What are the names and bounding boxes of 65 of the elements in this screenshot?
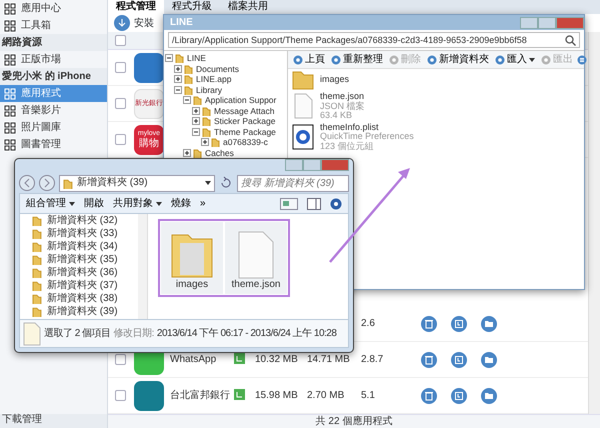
file-name[interactable]: images: [320, 75, 350, 85]
search-field[interactable]: 搜尋 新增資料夾 (39): [237, 174, 349, 192]
toolbar-button[interactable]: 共用對象: [113, 198, 162, 210]
toolbar-button[interactable]: 開啟: [84, 198, 104, 210]
toolbar-button[interactable]: 重新整理: [329, 54, 385, 66]
app-version: 2.8.7: [361, 354, 384, 366]
tree-item[interactable]: Library: [196, 84, 222, 95]
tree-item[interactable]: Theme Package: [214, 126, 276, 137]
sidebar-section-header: 愛兜小米 的 iPhone: [0, 68, 107, 85]
toolbar-button[interactable]: 匯入: [493, 54, 537, 66]
nav-folder-item[interactable]: 新增資料夾 (34): [47, 240, 118, 252]
toolbar-button[interactable]: »: [200, 198, 206, 210]
tree-item[interactable]: LINE: [187, 53, 206, 64]
file-name[interactable]: themeInfo.plist: [320, 122, 414, 132]
sidebar-section-header: 網路資源: [0, 34, 107, 51]
date-label: 修改日期:: [114, 328, 154, 340]
nav-folder-item[interactable]: 新增資料夾 (38): [47, 292, 118, 304]
file-size: 63.4 KB: [320, 111, 352, 120]
tree-item[interactable]: Message Attach: [214, 106, 274, 116]
date-range: 2013/6/14 下午 06:17 - 2013/6/24 上午 10:28: [156, 328, 336, 340]
sidebar-item[interactable]: 圖書管理: [0, 136, 107, 153]
tree-item[interactable]: LINE.app: [196, 74, 232, 84]
sidebar-item[interactable]: 照片圖庫: [0, 119, 107, 136]
app-version: 2.6: [361, 318, 376, 330]
sidebar-footer-label[interactable]: 下載管理: [0, 414, 107, 428]
toolbar-button[interactable]: 上頁: [291, 54, 327, 66]
data-size: 2.70 MB: [307, 390, 346, 402]
nav-folder-item[interactable]: 新增資料夾 (39): [47, 306, 118, 318]
path-field[interactable]: /Library/Application Support/Theme Packages/a0768339-c2d3-4189-9653-2909e9bb6f58: [168, 32, 580, 48]
app-size: 10.32 MB: [255, 354, 299, 366]
tree-item[interactable]: a0768339-c: [223, 137, 268, 148]
toolbar-button[interactable]: 組合管理: [26, 198, 75, 210]
app-version: 5.1: [361, 390, 376, 402]
nav-folder-item[interactable]: 新增資料夾 (35): [47, 254, 118, 266]
toolbar-button[interactable]: 新增資料夾: [425, 54, 491, 66]
sidebar-item[interactable]: 正版市場: [0, 51, 107, 68]
file-type: JSON 檔案: [320, 102, 365, 111]
window-title: LINE: [170, 16, 193, 28]
tree-item[interactable]: Application Suppor: [205, 95, 276, 106]
nav-folder-item[interactable]: 新增資料夾 (37): [47, 280, 118, 292]
data-size: 14.71 MB: [307, 354, 351, 366]
app-size: 15.98 MB: [255, 390, 299, 402]
tree-item[interactable]: Caches: [205, 148, 234, 158]
install-button[interactable]: 安裝: [114, 15, 154, 31]
sidebar-item[interactable]: 工具箱: [0, 17, 107, 34]
nav-folder-item[interactable]: 新增資料夾 (32): [47, 214, 118, 226]
selection-count: 選取了 2 個項目: [44, 328, 111, 340]
app-name: 台北富邦銀行: [170, 390, 231, 402]
file-type: QuickTime Preferences: [320, 132, 414, 142]
tab[interactable]: 檔案共用: [220, 0, 276, 14]
tree-item[interactable]: Documents: [196, 64, 239, 74]
sidebar-item[interactable]: 音樂影片: [0, 102, 107, 119]
tab[interactable]: 程式管理: [108, 0, 164, 14]
file-name[interactable]: theme.json: [232, 279, 280, 291]
tree-item[interactable]: Sticker Package: [214, 116, 276, 126]
nav-folder-item[interactable]: 新增資料夾 (33): [47, 228, 118, 240]
sidebar-item[interactable]: 應用中心: [0, 0, 107, 17]
tab[interactable]: 程式升級: [164, 0, 220, 14]
file-name[interactable]: images: [176, 279, 208, 291]
app-count: 共 22 個應用程式: [108, 414, 600, 428]
app-name: WhatsApp: [170, 354, 218, 366]
nav-folder-item[interactable]: 新增資料夾 (36): [47, 266, 118, 278]
file-name[interactable]: theme.json: [320, 92, 365, 102]
file-size: 123 個位元組: [320, 142, 375, 151]
toolbar-button[interactable]: 燒錄: [171, 198, 191, 210]
